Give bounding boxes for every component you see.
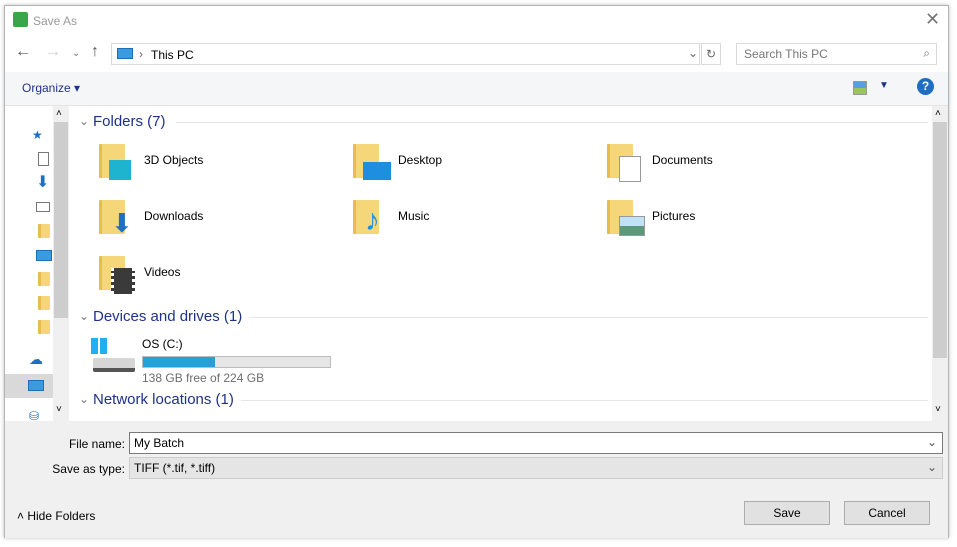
forward-icon[interactable]: → <box>45 43 61 61</box>
chevron-down-icon[interactable]: ⌄ <box>927 460 937 474</box>
folder-nav-icon[interactable] <box>38 320 50 334</box>
music-note-overlay: ♪ <box>365 204 380 237</box>
collapse-network-icon[interactable]: ⌄ <box>79 392 89 406</box>
folder-label: Desktop <box>398 153 443 167</box>
back-icon[interactable]: ← <box>15 43 31 61</box>
divider <box>176 122 928 123</box>
file-name-label: File name: <box>68 437 125 451</box>
content-scroll-thumb[interactable] <box>933 122 947 358</box>
download-arrow-overlay: ⬇ <box>111 208 133 238</box>
address-bar[interactable]: › This PC ⌄ <box>111 43 700 65</box>
folder-label: Downloads <box>144 209 204 223</box>
breadcrumb-separator: › <box>139 47 143 61</box>
onedrive-icon[interactable]: ☁ <box>29 351 43 368</box>
divider <box>241 400 928 401</box>
content-pane: ⌄ Folders (7) 3D Objects Desktop Documen… <box>69 106 932 421</box>
nav-scrollbar[interactable]: ˄ ˅ <box>53 106 69 421</box>
cancel-button[interactable]: Cancel <box>844 501 930 525</box>
file-name-input[interactable]: My Batch ⌄ <box>129 432 943 454</box>
save-as-dialog: Save As ✕ ← → ⌄ ↑ › This PC ⌄ ↻ Search T… <box>4 5 949 538</box>
folder-label: Pictures <box>652 209 696 223</box>
hide-folders-label: Hide Folders <box>27 509 96 523</box>
content-scrollbar[interactable]: ˄ ˅ <box>932 106 948 421</box>
folder-nav-icon[interactable] <box>38 272 50 286</box>
search-icon: ⌕ <box>923 46 930 60</box>
save-type-label: Save as type: <box>52 462 125 476</box>
folder-nav-icon[interactable] <box>38 224 50 238</box>
desktop-nav-icon[interactable] <box>36 250 52 261</box>
nav-scroll-thumb[interactable] <box>54 122 68 318</box>
view-dropdown-icon[interactable]: ▼ <box>879 80 889 91</box>
documents-nav-icon[interactable] <box>38 152 49 166</box>
drive-item[interactable]: OS (C:) 138 GB free of 224 GB <box>91 337 331 388</box>
hard-drive-icon <box>93 358 135 372</box>
scroll-down-icon[interactable]: ˅ <box>56 404 62 415</box>
close-icon[interactable]: ✕ <box>925 9 940 30</box>
scroll-up-icon[interactable]: ˄ <box>935 108 941 119</box>
this-pc-icon <box>117 48 133 59</box>
film-overlay <box>111 268 135 294</box>
folder-nav-icon[interactable] <box>38 296 50 310</box>
cube-overlay <box>109 160 131 180</box>
organize-button[interactable]: Organize ▾ <box>22 81 80 95</box>
collapse-folders-icon[interactable]: ⌄ <box>79 114 89 128</box>
scroll-down-icon[interactable]: ˅ <box>935 404 941 415</box>
folder-label: Documents <box>652 153 713 167</box>
drive-usage-fill <box>143 357 215 367</box>
pictures-nav-icon[interactable] <box>36 202 50 212</box>
drive-usage-bar <box>142 356 331 368</box>
folder-label: Videos <box>144 265 181 279</box>
folder-label: Music <box>398 209 430 223</box>
recent-chevron-icon[interactable]: ⌄ <box>72 48 80 59</box>
section-network[interactable]: Network locations (1) <box>93 391 234 408</box>
window-title: Save As <box>33 14 78 28</box>
navigation-pane[interactable]: ★ ⬇ ☁ ⛁ <box>5 106 53 426</box>
search-placeholder: Search This PC <box>744 47 828 61</box>
refresh-icon[interactable]: ↻ <box>701 43 721 65</box>
drive-label: OS (C:) <box>142 337 183 351</box>
chevron-down-icon[interactable]: ⌄ <box>927 435 937 449</box>
address-dropdown-icon[interactable]: ⌄ <box>688 46 698 60</box>
this-pc-nav-item[interactable] <box>5 374 53 398</box>
save-button[interactable]: Save <box>744 501 830 525</box>
scroll-up-icon[interactable]: ˄ <box>56 108 62 119</box>
toolbar: Organize ▾ ▼ <box>5 72 948 106</box>
app-icon <box>13 12 28 27</box>
file-name-value: My Batch <box>134 436 185 450</box>
folder-label: 3D Objects <box>144 153 204 167</box>
quick-access-icon[interactable]: ★ <box>32 128 43 142</box>
this-pc-icon <box>28 380 44 391</box>
save-type-select[interactable]: TIFF (*.tif, *.tiff) ⌄ <box>129 457 943 479</box>
divider <box>250 317 928 318</box>
monitor-overlay <box>363 162 391 180</box>
breadcrumb-this-pc[interactable]: This PC <box>151 48 194 62</box>
help-icon[interactable]: ? <box>917 78 934 95</box>
dialog-footer: File name: My Batch ⌄ Save as type: TIFF … <box>5 421 948 538</box>
hide-folders-button[interactable]: ˄ Hide Folders <box>17 509 95 523</box>
section-devices[interactable]: Devices and drives (1) <box>93 308 242 325</box>
picture-overlay <box>619 216 645 236</box>
drive-free-space: 138 GB free of 224 GB <box>142 371 265 385</box>
collapse-devices-icon[interactable]: ⌄ <box>79 309 89 323</box>
save-type-value: TIFF (*.tif, *.tiff) <box>134 461 216 475</box>
chevron-up-icon: ˄ <box>17 509 28 523</box>
view-options-icon[interactable] <box>853 81 867 95</box>
document-overlay <box>619 156 641 182</box>
up-icon[interactable]: ↑ <box>91 43 99 61</box>
section-folders[interactable]: Folders (7) <box>93 113 166 130</box>
windows-logo-icon <box>91 338 107 354</box>
downloads-nav-icon[interactable]: ⬇ <box>36 172 49 192</box>
search-input[interactable]: Search This PC ⌕ <box>736 43 937 65</box>
